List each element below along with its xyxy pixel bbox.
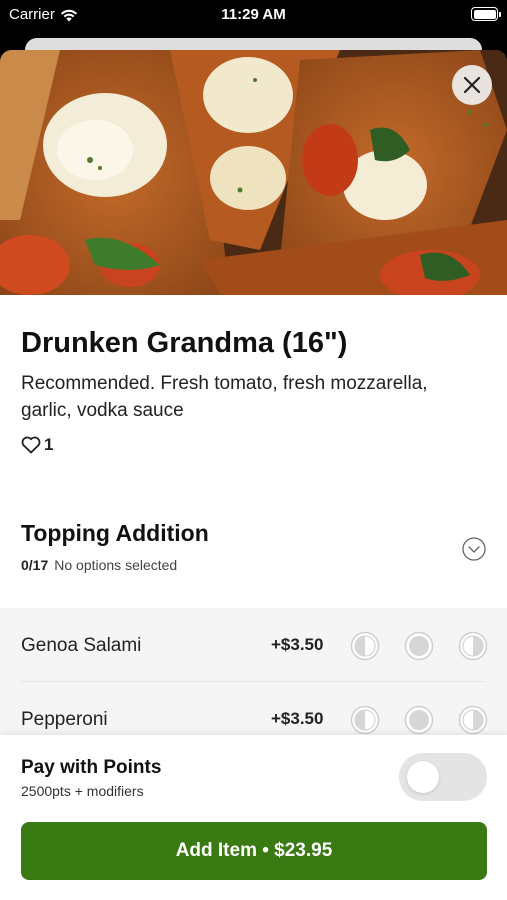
whole-icon[interactable] bbox=[404, 705, 434, 735]
section-title: Topping Addition bbox=[21, 520, 209, 546]
option-price: +$3.50 bbox=[271, 635, 324, 654]
pay-with-points-title: Pay with Points bbox=[21, 757, 162, 778]
like-button[interactable]: 1 bbox=[21, 435, 53, 455]
chevron-down-icon[interactable] bbox=[462, 537, 486, 561]
pizza-image bbox=[0, 50, 507, 295]
pay-with-points-toggle[interactable] bbox=[399, 753, 487, 801]
item-detail-sheet: Drunken Grandma (16") Recommended. Fresh… bbox=[0, 50, 507, 900]
battery-icon bbox=[471, 7, 501, 21]
close-icon bbox=[463, 76, 481, 94]
status-time: 11:29 AM bbox=[221, 6, 286, 23]
list-item[interactable]: Genoa Salami +$3.50 bbox=[0, 608, 507, 682]
right-half-icon[interactable] bbox=[458, 631, 488, 661]
item-title: Drunken Grandma (16") bbox=[21, 327, 348, 359]
left-half-icon[interactable] bbox=[350, 705, 380, 735]
selection-count: 0/17 bbox=[21, 557, 49, 573]
pay-with-points-subtitle: 2500pts + modifiers bbox=[21, 783, 144, 799]
status-bar: Carrier 11:29 AM bbox=[0, 0, 507, 30]
close-button[interactable] bbox=[452, 65, 492, 105]
like-count: 1 bbox=[44, 435, 54, 454]
checkout-bar: Pay with Points 2500pts + modifiers Add … bbox=[0, 735, 507, 900]
add-item-button[interactable]: Add Item • $23.95 bbox=[21, 822, 487, 880]
section-subtitle: 0/17 No options selected bbox=[21, 557, 177, 573]
toggle-knob bbox=[407, 761, 439, 793]
topping-options: Genoa Salami +$3.50 Pepperoni +$3.50 bbox=[0, 608, 507, 748]
right-half-icon[interactable] bbox=[458, 705, 488, 735]
option-name: Genoa Salami bbox=[21, 635, 142, 656]
left-half-icon[interactable] bbox=[350, 631, 380, 661]
option-name: Pepperoni bbox=[21, 709, 108, 730]
whole-icon[interactable] bbox=[404, 631, 434, 661]
option-price: +$3.50 bbox=[271, 709, 324, 728]
item-description: Recommended. Fresh tomato, fresh mozzare… bbox=[21, 373, 428, 421]
screen: Carrier 11:29 AM Drunken Grandma (16") R… bbox=[0, 0, 507, 900]
selection-status: No options selected bbox=[54, 557, 178, 573]
heart-icon bbox=[21, 436, 41, 454]
